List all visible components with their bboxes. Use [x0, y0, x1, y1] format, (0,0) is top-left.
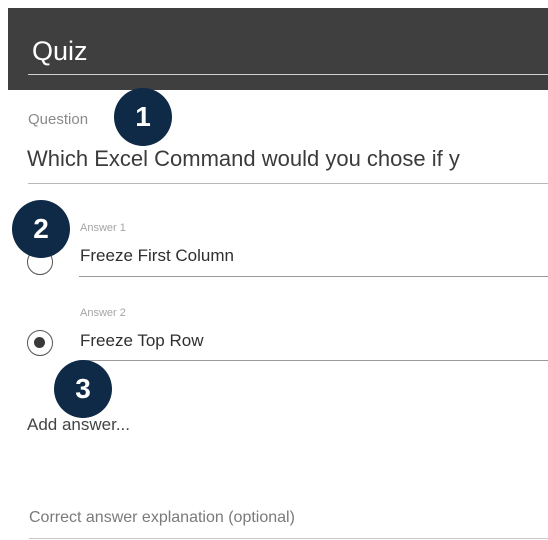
question-underline: [28, 183, 548, 184]
explanation-input[interactable]: Correct answer explanation (optional): [29, 509, 295, 527]
callout-badge-1: 1: [114, 88, 172, 146]
quiz-title: Quiz: [32, 36, 88, 66]
answer-1-label: Answer 1: [80, 222, 126, 234]
answer-2-radio[interactable]: [27, 330, 53, 356]
answer-1-underline: [79, 276, 548, 277]
explanation-underline: [29, 538, 548, 539]
add-answer-button[interactable]: Add answer...: [27, 415, 130, 435]
answer-2-input[interactable]: Freeze Top Row: [80, 331, 203, 351]
answer-1-input[interactable]: Freeze First Column: [80, 246, 234, 266]
header-divider: [28, 74, 548, 75]
callout-badge-2: 2: [12, 200, 70, 258]
quiz-header: Quiz: [8, 8, 548, 90]
answer-2-label: Answer 2: [80, 307, 126, 319]
quiz-editor-page: Quiz Question Which Excel Command would …: [0, 0, 548, 540]
question-input[interactable]: Which Excel Command would you chose if y: [27, 146, 460, 172]
question-label: Question: [28, 111, 89, 128]
callout-badge-3: 3: [54, 360, 112, 418]
answer-2-underline: [79, 360, 548, 361]
